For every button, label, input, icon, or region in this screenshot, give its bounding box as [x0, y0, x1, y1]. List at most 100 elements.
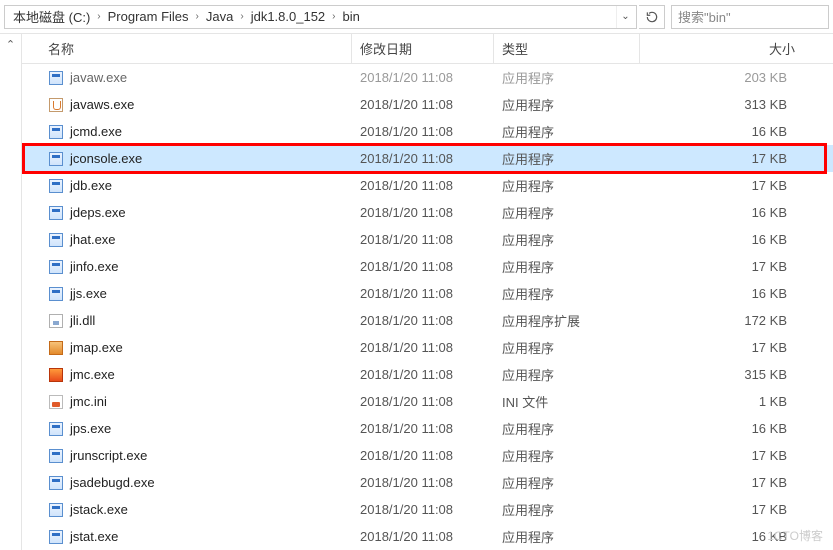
- file-type: 应用程序: [494, 95, 640, 114]
- file-name: jstat.exe: [70, 529, 118, 544]
- file-date: 2018/1/20 11:08: [352, 151, 494, 166]
- file-type: 应用程序: [494, 419, 640, 438]
- file-date: 2018/1/20 11:08: [352, 529, 494, 544]
- file-name: jmap.exe: [70, 340, 123, 355]
- column-header-size[interactable]: 大小: [640, 34, 833, 63]
- column-header-date[interactable]: 修改日期: [352, 34, 494, 63]
- chevron-up-icon: ⌃: [6, 38, 15, 550]
- jmc-ini-icon: [48, 394, 64, 410]
- file-name: jinfo.exe: [70, 259, 118, 274]
- exe-icon: [48, 205, 64, 221]
- file-size: 313 KB: [640, 97, 833, 112]
- file-row[interactable]: javaws.exe2018/1/20 11:08应用程序313 KB: [22, 91, 833, 118]
- sidebar-toggle[interactable]: ⌃: [0, 34, 22, 550]
- file-date: 2018/1/20 11:08: [352, 286, 494, 301]
- exe-icon: [48, 70, 64, 86]
- file-row[interactable]: jdb.exe2018/1/20 11:08应用程序17 KB: [22, 172, 833, 199]
- file-date: 2018/1/20 11:08: [352, 124, 494, 139]
- file-date: 2018/1/20 11:08: [352, 448, 494, 463]
- file-row[interactable]: jhat.exe2018/1/20 11:08应用程序16 KB: [22, 226, 833, 253]
- breadcrumb-segment[interactable]: bin: [337, 9, 366, 24]
- breadcrumb-segment[interactable]: 本地磁盘 (C:): [7, 7, 96, 26]
- search-input[interactable]: 搜索"bin": [671, 5, 829, 29]
- file-name: jdb.exe: [70, 178, 112, 193]
- file-row[interactable]: jdeps.exe 2018/1/20 11:08应用程序16 KB: [22, 199, 833, 226]
- breadcrumb[interactable]: 本地磁盘 (C:) › Program Files › Java › jdk1.…: [4, 5, 637, 29]
- refresh-icon: [645, 10, 659, 24]
- file-date: 2018/1/20 11:08: [352, 205, 494, 220]
- exe-icon: [48, 502, 64, 518]
- file-row[interactable]: jinfo.exe 2018/1/20 11:08应用程序17 KB: [22, 253, 833, 280]
- file-list: javaw.exe2018/1/20 11:08应用程序203 KBjavaws…: [22, 64, 833, 550]
- file-size: 17 KB: [640, 340, 833, 355]
- file-name: jli.dll: [70, 313, 95, 328]
- file-row[interactable]: javaw.exe2018/1/20 11:08应用程序203 KB: [22, 64, 833, 91]
- file-row[interactable]: jmap.exe2018/1/20 11:08应用程序17 KB: [22, 334, 833, 361]
- watermark: 1CTO博客: [767, 527, 823, 544]
- file-size: 1 KB: [640, 394, 833, 409]
- file-row[interactable]: jstat.exe2018/1/20 11:08应用程序16 KB: [22, 523, 833, 550]
- breadcrumb-segment[interactable]: Java: [200, 9, 239, 24]
- file-date: 2018/1/20 11:08: [352, 259, 494, 274]
- jmc-icon: [48, 367, 64, 383]
- exe-icon: [48, 475, 64, 491]
- exe-icon: [48, 448, 64, 464]
- file-type: 应用程序: [494, 527, 640, 546]
- file-type: 应用程序: [494, 149, 640, 168]
- file-type: 应用程序: [494, 365, 640, 384]
- file-size: 203 KB: [640, 70, 833, 85]
- exe-icon: [48, 151, 64, 167]
- column-header-type[interactable]: 类型: [494, 34, 640, 63]
- file-type: 应用程序扩展: [494, 311, 640, 330]
- file-name: jconsole.exe: [70, 151, 142, 166]
- file-size: 17 KB: [640, 475, 833, 490]
- file-size: 17 KB: [640, 178, 833, 193]
- file-row[interactable]: jps.exe2018/1/20 11:08应用程序16 KB: [22, 415, 833, 442]
- file-row[interactable]: jsadebugd.exe2018/1/20 11:08应用程序17 KB: [22, 469, 833, 496]
- file-size: 16 KB: [640, 205, 833, 220]
- file-date: 2018/1/20 11:08: [352, 502, 494, 517]
- column-header-name[interactable]: 名称: [22, 34, 352, 63]
- file-size: 172 KB: [640, 313, 833, 328]
- file-date: 2018/1/20 11:08: [352, 421, 494, 436]
- file-size: 17 KB: [640, 259, 833, 274]
- file-type: 应用程序: [494, 500, 640, 519]
- file-name: jmc.exe: [70, 367, 115, 382]
- file-size: 315 KB: [640, 367, 833, 382]
- file-name: jhat.exe: [70, 232, 116, 247]
- file-type: 应用程序: [494, 203, 640, 222]
- file-row[interactable]: jrunscript.exe2018/1/20 11:08应用程序17 KB: [22, 442, 833, 469]
- file-name: javaws.exe: [70, 97, 134, 112]
- file-size: 16 KB: [640, 286, 833, 301]
- file-type: 应用程序: [494, 284, 640, 303]
- chevron-down-icon[interactable]: ⌄: [616, 6, 634, 28]
- file-row[interactable]: jmc.exe 2018/1/20 11:08应用程序315 KB: [22, 361, 833, 388]
- file-name: jsadebugd.exe: [70, 475, 155, 490]
- breadcrumb-segment[interactable]: jdk1.8.0_152: [245, 9, 331, 24]
- file-row[interactable]: jcmd.exe2018/1/20 11:08应用程序16 KB: [22, 118, 833, 145]
- file-row[interactable]: jmc.ini2018/1/20 11:08INI 文件1 KB: [22, 388, 833, 415]
- file-row[interactable]: jli.dll2018/1/20 11:08应用程序扩展172 KB: [22, 307, 833, 334]
- file-name: jdeps.exe: [70, 205, 126, 220]
- file-type: 应用程序: [494, 446, 640, 465]
- file-row[interactable]: jconsole.exe 2018/1/20 11:08应用程序17 KB: [22, 145, 833, 172]
- file-name: jjs.exe: [70, 286, 107, 301]
- file-type: INI 文件: [494, 392, 640, 411]
- breadcrumb-segment[interactable]: Program Files: [102, 9, 195, 24]
- exe-icon: [48, 259, 64, 275]
- exe-icon: [48, 124, 64, 140]
- exe-icon: [48, 529, 64, 545]
- column-headers: 名称 修改日期 类型 大小: [22, 34, 833, 64]
- file-date: 2018/1/20 11:08: [352, 367, 494, 382]
- file-type: 应用程序: [494, 473, 640, 492]
- file-size: 17 KB: [640, 502, 833, 517]
- file-size: 16 KB: [640, 421, 833, 436]
- file-size: 17 KB: [640, 151, 833, 166]
- file-name: jcmd.exe: [70, 124, 122, 139]
- file-row[interactable]: jjs.exe 2018/1/20 11:08应用程序16 KB: [22, 280, 833, 307]
- java-icon: [48, 97, 64, 113]
- file-row[interactable]: jstack.exe2018/1/20 11:08应用程序17 KB: [22, 496, 833, 523]
- dll-icon: [48, 313, 64, 329]
- file-type: 应用程序: [494, 257, 640, 276]
- refresh-button[interactable]: [639, 5, 665, 29]
